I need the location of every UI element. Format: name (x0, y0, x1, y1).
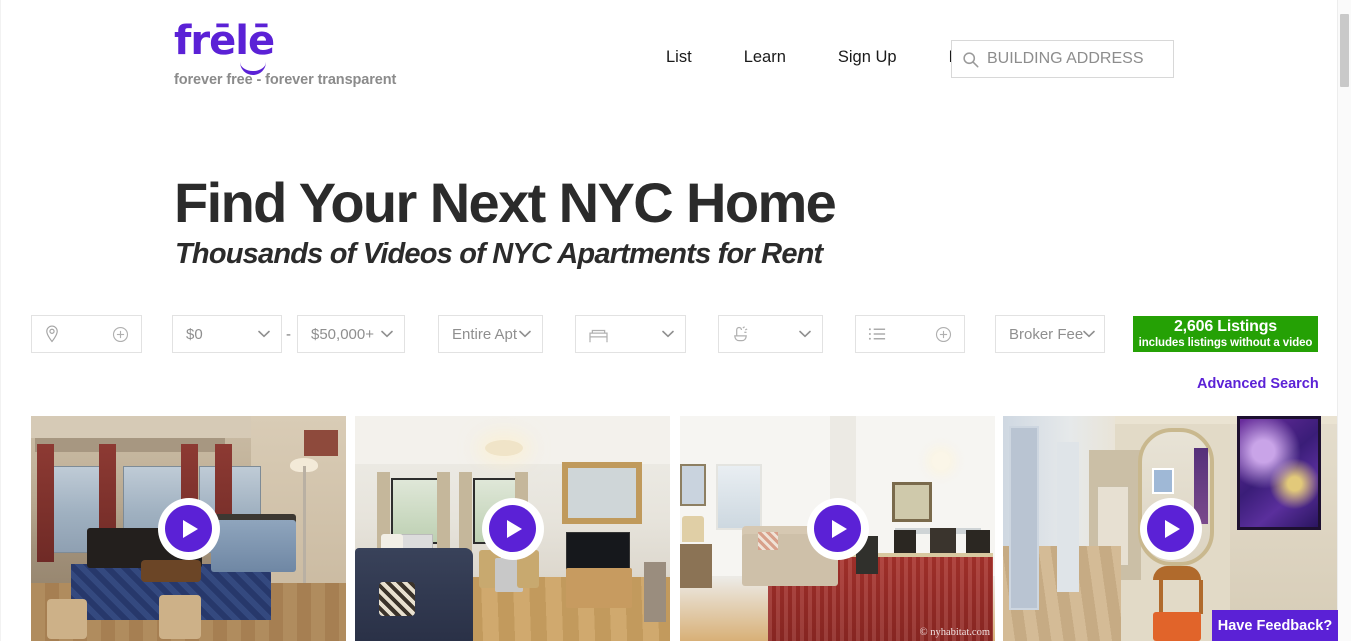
price-range-separator: - (286, 326, 291, 343)
site-tagline: forever free - forever transparent (174, 72, 397, 88)
play-icon[interactable] (1139, 497, 1202, 560)
listing-grid: © nyhabitat.com (0, 416, 1338, 641)
listings-count-sublabel: includes listings without a video (1138, 337, 1313, 350)
chevron-down-icon (662, 330, 685, 338)
listing-watermark: © nyhabitat.com (919, 627, 990, 638)
listing-card-4[interactable] (1003, 416, 1338, 641)
page-left-edge (0, 0, 1, 641)
listing-card-2[interactable] (355, 416, 670, 641)
building-address-search[interactable] (951, 40, 1174, 78)
chevron-down-icon (1083, 330, 1106, 338)
site-logo[interactable]: frēlē (174, 18, 574, 75)
broker-fee-value: Broker Fee (1009, 325, 1084, 343)
filter-neighborhood[interactable] (31, 315, 142, 353)
chevron-down-icon (519, 330, 542, 338)
logo-mark: frēlē (174, 18, 304, 75)
nav-item-list[interactable]: List (640, 48, 718, 67)
search-icon (962, 51, 979, 68)
filter-bathrooms[interactable] (718, 315, 823, 353)
list-icon (856, 326, 887, 342)
nav-item-sign-up[interactable]: Sign Up (812, 48, 923, 67)
filter-amenities[interactable] (855, 315, 965, 353)
location-pin-icon (32, 325, 60, 343)
scrollbar-thumb[interactable] (1340, 14, 1349, 87)
listing-card-3[interactable]: © nyhabitat.com (680, 416, 995, 641)
filter-apartment-type[interactable]: Entire Apt (438, 315, 543, 353)
page-title: Find Your Next NYC Home (174, 170, 837, 234)
apartment-type-value: Entire Apt (452, 325, 518, 343)
nav-item-learn[interactable]: Learn (718, 48, 812, 67)
logo-wordmark: frēlē (174, 18, 275, 64)
play-icon[interactable] (806, 497, 869, 560)
play-icon[interactable] (481, 497, 544, 560)
page-scrollbar[interactable] (1337, 0, 1351, 641)
chevron-down-icon (799, 330, 822, 338)
page-root: frēlē forever free - forever transparent… (0, 0, 1351, 641)
amenities-add-icon[interactable] (935, 326, 964, 343)
price-min-value: $0 (186, 325, 203, 343)
search-input[interactable] (987, 50, 1167, 68)
shower-icon (719, 325, 750, 344)
price-max-value: $50,000+ (311, 325, 374, 343)
listing-card-1[interactable] (31, 416, 346, 641)
chevron-down-icon (381, 330, 404, 338)
neighborhood-add-icon[interactable] (112, 326, 141, 343)
listings-count-button[interactable]: 2,606 Listings includes listings without… (1133, 316, 1318, 352)
advanced-search-link[interactable]: Advanced Search (1197, 376, 1319, 392)
play-icon[interactable] (157, 497, 220, 560)
page-subtitle: Thousands of Videos of NYC Apartments fo… (175, 238, 823, 271)
site-header: frēlē forever free - forever transparent… (0, 0, 1338, 104)
filter-price-max[interactable]: $50,000+ (297, 315, 405, 353)
filter-bedrooms[interactable] (575, 315, 686, 353)
feedback-button[interactable]: Have Feedback? (1212, 610, 1338, 641)
chevron-down-icon (258, 330, 281, 338)
listings-count-label: 2,606 Listings (1173, 317, 1278, 335)
filter-broker-fee[interactable]: Broker Fee (995, 315, 1105, 353)
filter-price-min[interactable]: $0 (172, 315, 282, 353)
bed-icon (576, 326, 609, 343)
